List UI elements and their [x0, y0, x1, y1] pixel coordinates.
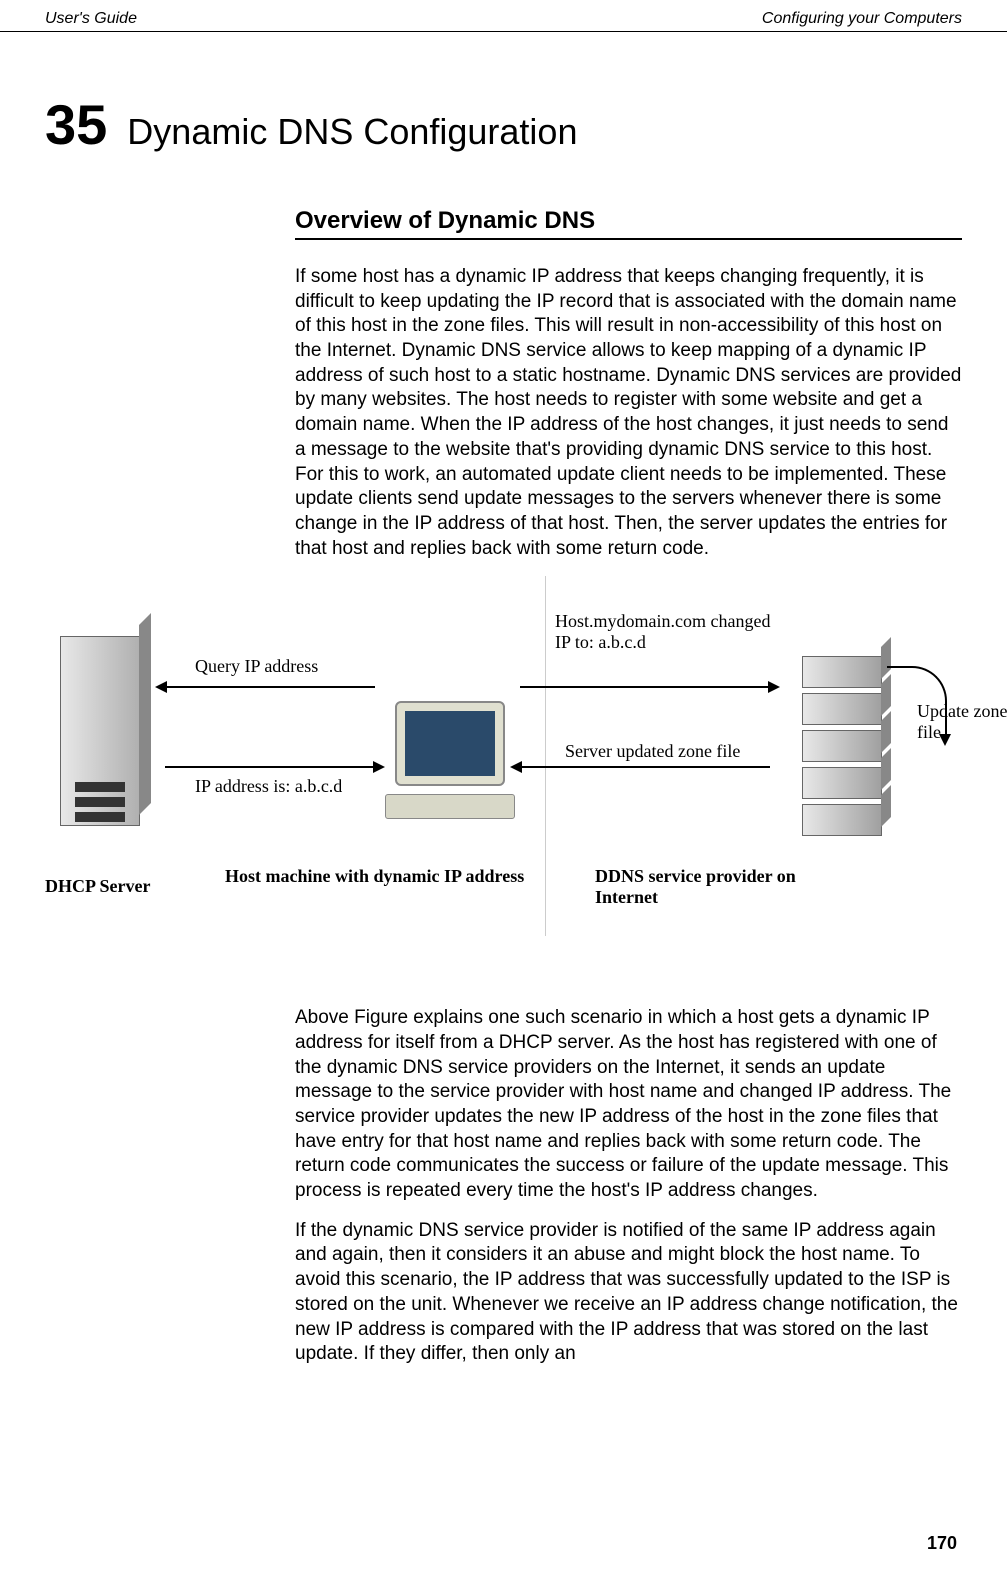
page-header: User's Guide Configuring your Computers: [0, 0, 1007, 32]
caption-dhcp: DHCP Server: [45, 876, 150, 897]
arrow-updated: [520, 766, 770, 768]
chapter-number: 35: [45, 92, 107, 157]
page-number: 170: [927, 1533, 957, 1554]
diagram: Query IP address IP address is: a.b.c.d …: [0, 576, 1007, 976]
label-changed: Host.mydomain.com changed IP to: a.b.c.d: [555, 611, 780, 653]
header-left: User's Guide: [45, 10, 137, 28]
label-ip: IP address is: a.b.c.d: [195, 776, 342, 797]
label-updated: Server updated zone file: [565, 741, 740, 762]
label-query: Query IP address: [195, 656, 318, 677]
caption-host: Host machine with dynamic IP address: [225, 866, 524, 887]
arrow-query: [165, 686, 375, 688]
paragraph-1: If some host has a dynamic IP address th…: [295, 265, 962, 561]
header-right: Configuring your Computers: [762, 10, 962, 28]
dhcp-server-icon: [60, 636, 150, 846]
divider-line: [545, 576, 546, 936]
paragraph-2: Above Figure explains one such scenario …: [295, 1006, 962, 1204]
section-heading: Overview of Dynamic DNS: [295, 207, 962, 240]
chapter-title: Dynamic DNS Configuration: [127, 111, 577, 153]
host-machine-icon: [385, 701, 515, 831]
arrow-changed: [520, 686, 770, 688]
ddns-server-icon: [802, 616, 892, 846]
label-update-zone: Update zone file: [917, 701, 1007, 743]
paragraph-3: If the dynamic DNS service provider is n…: [295, 1219, 962, 1367]
arrow-ip-response: [165, 766, 375, 768]
chapter-header: 35 Dynamic DNS Configuration: [0, 32, 1007, 177]
caption-ddns: DDNS service provider on Internet: [595, 866, 830, 908]
